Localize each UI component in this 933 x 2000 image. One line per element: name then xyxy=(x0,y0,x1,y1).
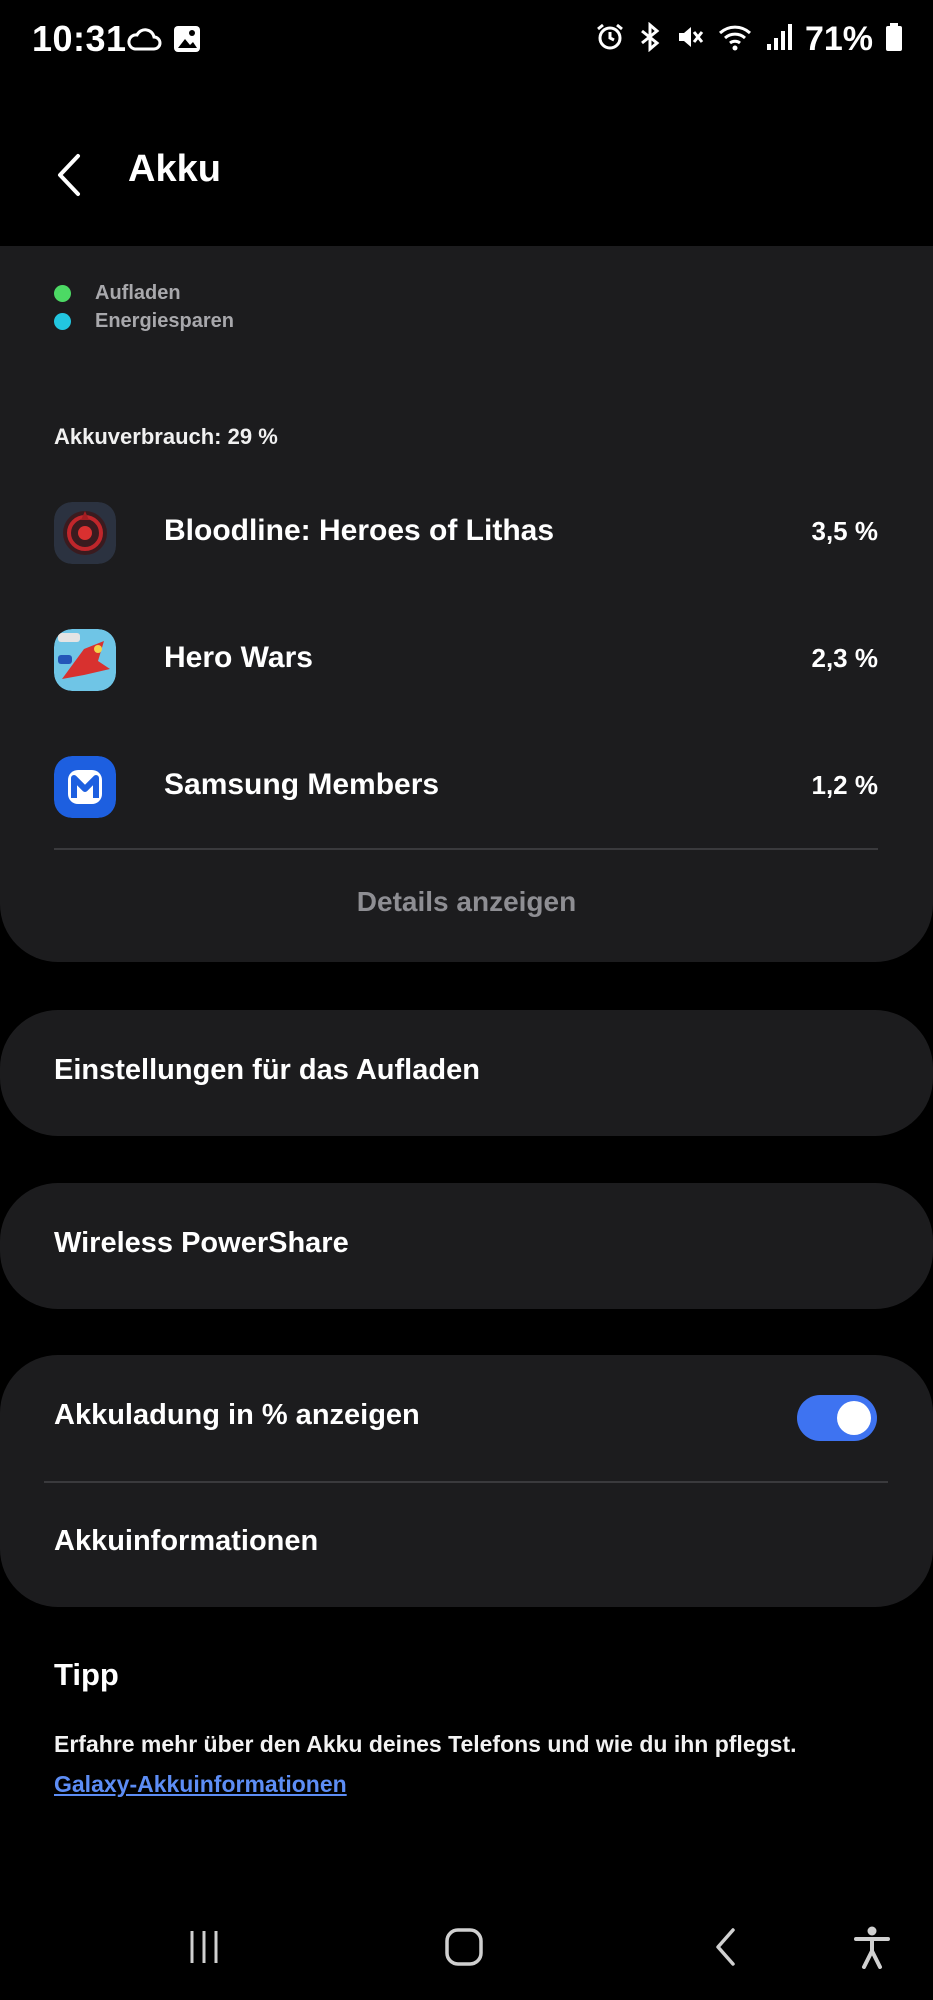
signal-icon xyxy=(765,22,793,57)
tip-text: Erfahre mehr über den Akku deines Telefo… xyxy=(54,1731,797,1757)
battery-info-label: Akkuinformationen xyxy=(54,1525,319,1557)
app-usage-row[interactable]: Bloodline: Heroes of Lithas 3,5 % xyxy=(0,482,933,582)
cloud-icon xyxy=(126,25,162,58)
toggle-knob xyxy=(837,1401,871,1435)
galaxy-battery-info-link[interactable]: Galaxy-Akkuinformationen xyxy=(54,1771,347,1798)
status-time: 10:31 xyxy=(32,18,127,59)
bluetooth-icon xyxy=(637,21,663,57)
navigation-bar xyxy=(0,1900,933,2000)
show-percentage-label: Akkuladung in % anzeigen xyxy=(54,1399,420,1431)
battery-settings-screen: 10:31 71% Akku Aufladen Energiesparen Ak… xyxy=(0,0,933,2000)
back-button[interactable] xyxy=(50,150,100,200)
mute-icon xyxy=(675,22,705,57)
battery-usage-total: Akkuverbrauch: 29 % xyxy=(54,424,278,449)
show-percentage-toggle[interactable] xyxy=(797,1395,877,1441)
nav-back-button[interactable] xyxy=(696,1922,756,1972)
status-left-icons xyxy=(126,24,202,59)
recent-apps-button[interactable] xyxy=(174,1922,234,1972)
legend-label: Energiesparen xyxy=(95,310,234,332)
app-name: Samsung Members xyxy=(164,768,440,801)
details-button[interactable]: Details anzeigen xyxy=(0,886,933,918)
show-percentage-row[interactable]: Akkuladung in % anzeigen xyxy=(0,1355,933,1481)
legend-label: Aufladen xyxy=(95,282,181,304)
app-usage-row[interactable]: Hero Wars 2,3 % xyxy=(0,609,933,709)
nav-back-icon xyxy=(716,1928,735,1966)
image-icon xyxy=(172,24,202,59)
app-usage-percent: 3,5 % xyxy=(811,516,879,546)
alarm-icon xyxy=(595,22,625,57)
battery-percent-text: 71% xyxy=(804,20,873,58)
bloodline-app-icon xyxy=(54,502,116,564)
battery-options-card: Akkuladung in % anzeigen Akkuinformation… xyxy=(0,1355,933,1607)
app-header: Akku xyxy=(0,130,933,220)
back-arrow-icon xyxy=(58,154,80,196)
wifi-icon xyxy=(717,22,753,57)
battery-info-row[interactable]: Akkuinformationen xyxy=(0,1483,933,1607)
tip-title: Tipp xyxy=(54,1657,119,1692)
app-name: Bloodline: Heroes of Lithas xyxy=(164,514,555,547)
wireless-powershare-item[interactable]: Wireless PowerShare xyxy=(0,1183,933,1309)
page-title: Akku xyxy=(128,148,221,190)
battery-icon xyxy=(885,22,903,57)
status-bar: 10:31 71% xyxy=(0,0,933,84)
accessibility-button[interactable] xyxy=(842,1922,902,1972)
app-usage-percent: 2,3 % xyxy=(811,643,879,673)
legend-item-power-saving: Energiesparen xyxy=(54,310,234,333)
home-icon xyxy=(445,1928,483,1966)
charging-settings-label: Einstellungen für das Aufladen xyxy=(54,1054,480,1086)
app-name: Hero Wars xyxy=(164,641,313,674)
hero-wars-app-icon xyxy=(54,629,116,691)
legend-dot-icon xyxy=(54,285,71,302)
app-usage-percent: 1,2 % xyxy=(811,770,879,800)
wireless-powershare-label: Wireless PowerShare xyxy=(54,1227,349,1259)
legend-item-charging: Aufladen xyxy=(54,282,181,305)
samsung-members-app-icon xyxy=(54,756,116,818)
home-button[interactable] xyxy=(434,1922,494,1972)
accessibility-icon xyxy=(854,1926,890,1969)
legend-dot-icon xyxy=(54,313,71,330)
app-usage-row[interactable]: Samsung Members 1,2 % xyxy=(0,736,933,836)
divider xyxy=(54,848,878,850)
recent-apps-icon xyxy=(190,1931,218,1963)
battery-usage-card: Aufladen Energiesparen Akkuverbrauch: 29… xyxy=(0,246,933,962)
status-right-icons: 71% xyxy=(595,20,903,59)
charging-settings-item[interactable]: Einstellungen für das Aufladen xyxy=(0,1010,933,1136)
